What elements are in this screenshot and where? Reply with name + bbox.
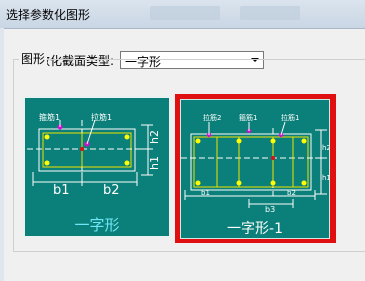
label-tie: 拉筋1 [91, 112, 112, 122]
label-tie2: 拉筋2 [203, 113, 221, 122]
label-stirrup: 箍筋1 [39, 112, 60, 122]
label-h1: h1 [322, 174, 329, 182]
label-b3: b3 [265, 205, 275, 214]
shape-group-label: 图形 [19, 50, 48, 67]
shape-caption-1: 一字形 [74, 216, 120, 234]
label-b1: b1 [53, 183, 70, 198]
title-bar: 选择参数化图形 [0, 0, 365, 29]
label-h2: h2 [148, 130, 161, 144]
label-tie1: 拉筋1 [281, 113, 299, 122]
label-h2: h2 [322, 144, 329, 152]
window-title: 选择参数化图形 [6, 8, 91, 22]
shape-thumbnail-2[interactable]: 拉筋2 箍筋1 拉筋1 b1 b2 b3 h2 h1 一字形-1 [180, 99, 330, 239]
shape-caption-2: 一字形-1 [227, 221, 283, 237]
label-b2: b2 [103, 183, 120, 198]
title-ghost [150, 6, 220, 20]
title-ghost [240, 6, 300, 20]
window-edge [0, 28, 4, 281]
label-b1: b1 [201, 189, 210, 197]
shape-thumbnail-1[interactable]: 箍筋1 拉筋1 b1 b2 h1 h2 一字形 [23, 96, 171, 238]
label-b2: b2 [287, 189, 296, 197]
label-h1: h1 [148, 156, 161, 170]
label-stirrup: 箍筋1 [239, 113, 257, 122]
